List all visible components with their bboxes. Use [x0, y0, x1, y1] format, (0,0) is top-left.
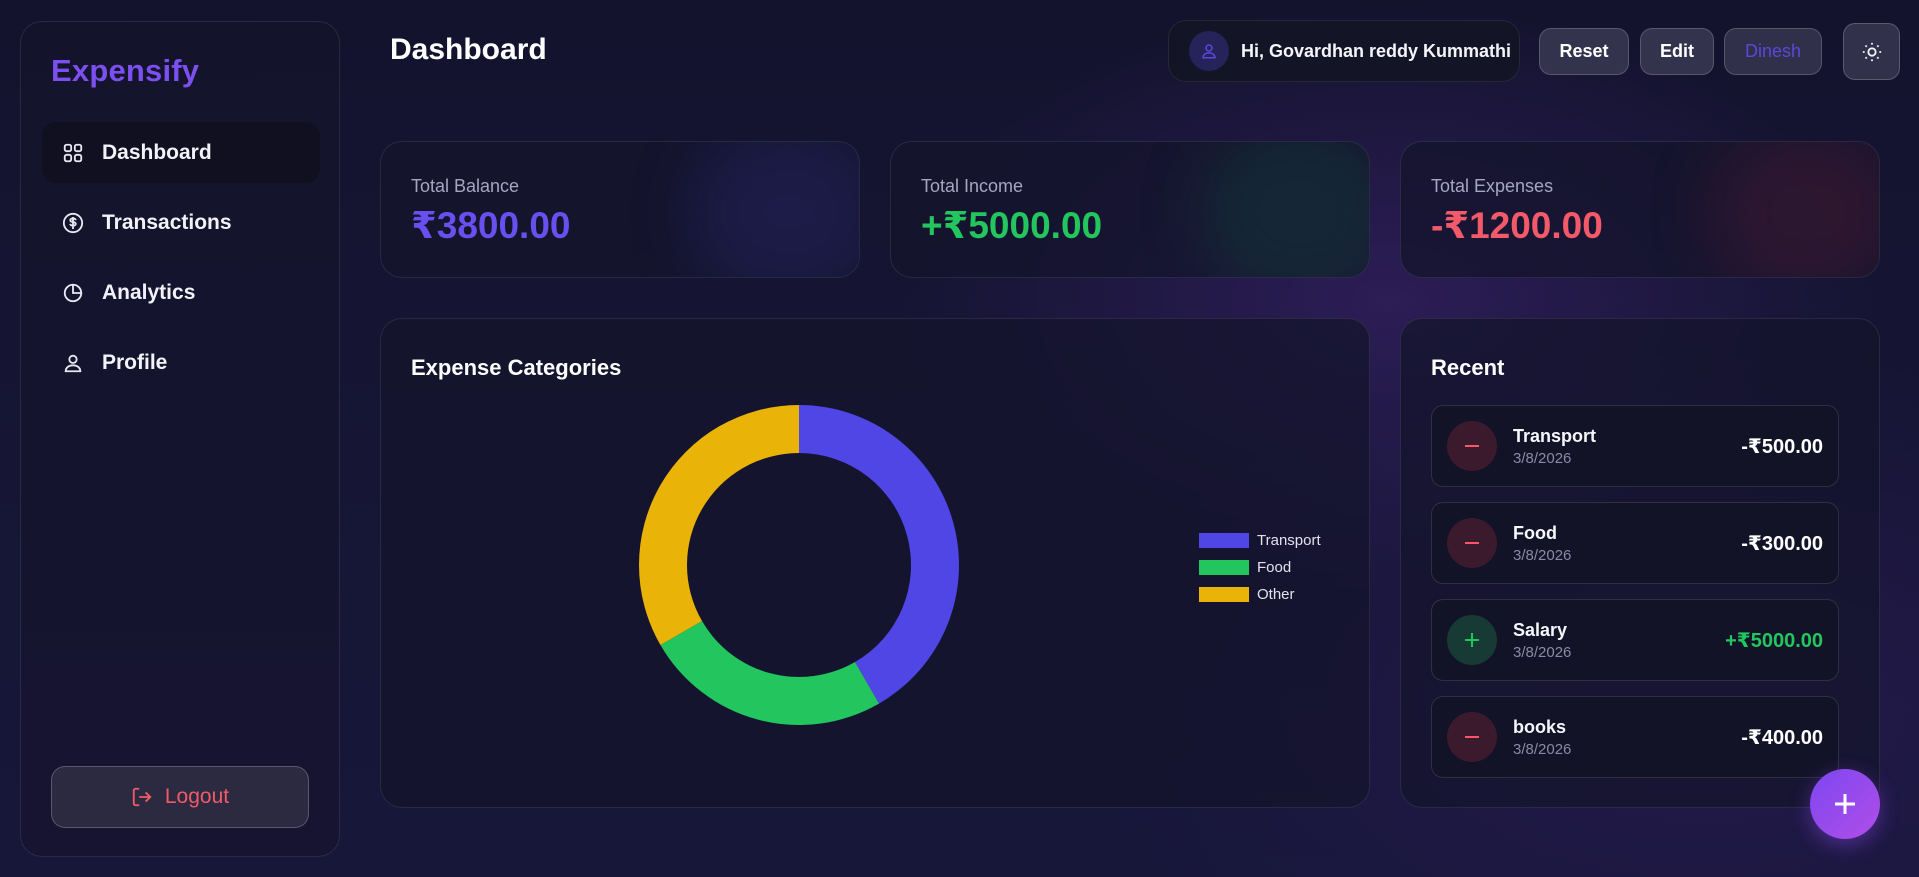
transaction-name: books [1513, 716, 1567, 737]
legend-item-food[interactable]: Food [1199, 554, 1321, 581]
minus-icon [1447, 421, 1497, 471]
stat-value: +₹5000.00 [921, 205, 1103, 246]
legend-item-transport[interactable]: Transport [1199, 527, 1321, 554]
transaction-row[interactable]: Salary 3/8/2026 +₹5000.00 [1431, 599, 1839, 681]
sidebar-item-label: Transactions [102, 210, 232, 234]
transaction-amount: -₹500.00 [1741, 435, 1823, 458]
donut-slice-food[interactable] [660, 621, 879, 725]
sidebar-item-label: Profile [102, 350, 168, 374]
sidebar-item-transactions[interactable]: Transactions [42, 192, 320, 253]
sidebar: Expensify Dashboard Transactions Analyti… [20, 21, 340, 857]
sidebar-item-analytics[interactable]: Analytics [42, 262, 320, 323]
transaction-info: Food 3/8/2026 [1513, 523, 1571, 564]
transaction-list: Transport 3/8/2026 -₹500.00 Food 3/8/202… [1431, 405, 1839, 793]
reset-button[interactable]: Reset [1539, 28, 1629, 75]
transaction-name: Salary [1513, 619, 1568, 640]
user-switch-button[interactable]: Dinesh [1724, 28, 1822, 75]
logout-icon [131, 786, 153, 808]
sidebar-nav: Dashboard Transactions Analytics Profile [42, 122, 320, 402]
legend-item-other[interactable]: Other [1199, 581, 1321, 608]
legend-swatch [1199, 533, 1249, 548]
plus-icon [1835, 794, 1855, 814]
transaction-date: 3/8/2026 [1513, 546, 1572, 564]
stat-value: -₹1200.00 [1431, 205, 1603, 246]
transaction-info: books 3/8/2026 [1513, 717, 1571, 758]
donut-slice-transport[interactable] [799, 405, 959, 704]
legend-label: Transport [1257, 532, 1321, 549]
sidebar-item-profile[interactable]: Profile [42, 332, 320, 393]
avatar [1189, 31, 1229, 71]
stat-card-balance: Total Balance ₹3800.00 [380, 141, 860, 278]
user-icon [1202, 44, 1216, 59]
transaction-info: Transport 3/8/2026 [1513, 426, 1596, 467]
edit-button[interactable]: Edit [1640, 28, 1714, 75]
recent-title: Recent [1431, 355, 1505, 380]
sidebar-item-label: Analytics [102, 280, 196, 304]
stat-label: Total Balance [411, 176, 520, 196]
transaction-date: 3/8/2026 [1513, 449, 1572, 467]
minus-icon [1447, 712, 1497, 762]
chart-legend: Transport Food Other [1199, 527, 1321, 608]
transaction-amount: +₹5000.00 [1725, 629, 1823, 652]
page-title: Dashboard [390, 33, 547, 66]
sidebar-item-label: Dashboard [102, 140, 212, 164]
legend-swatch [1199, 587, 1249, 602]
transaction-date: 3/8/2026 [1513, 740, 1572, 758]
stat-value: ₹3800.00 [411, 205, 571, 246]
sidebar-item-dashboard[interactable]: Dashboard [42, 122, 320, 183]
plus-icon [1447, 615, 1497, 665]
stat-card-income: Total Income +₹5000.00 [890, 141, 1370, 278]
transaction-date: 3/8/2026 [1513, 643, 1572, 661]
grid-icon [62, 142, 84, 164]
logout-label: Logout [164, 785, 230, 808]
donut-slice-other[interactable] [638, 405, 799, 645]
transaction-row[interactable]: Transport 3/8/2026 -₹500.00 [1431, 405, 1839, 487]
add-transaction-button[interactable] [1810, 769, 1880, 839]
stat-label: Total Income [921, 176, 1024, 196]
brand-logo: Expensify [51, 53, 200, 88]
theme-toggle-button[interactable] [1843, 23, 1900, 80]
stat-card-expenses: Total Expenses -₹1200.00 [1400, 141, 1880, 278]
transaction-row[interactable]: books 3/8/2026 -₹400.00 [1431, 696, 1839, 778]
greeting-text: Hi, Govardhan reddy Kummathi [1241, 40, 1512, 61]
user-greeting: Hi, Govardhan reddy Kummathi [1168, 20, 1520, 82]
user-icon [62, 352, 84, 374]
dollar-circle-icon [62, 212, 84, 234]
expense-categories-card: Expense Categories Transport Food Other [380, 318, 1370, 808]
transaction-row[interactable]: Food 3/8/2026 -₹300.00 [1431, 502, 1839, 584]
logout-button[interactable]: Logout [51, 766, 309, 828]
recent-transactions-card: Recent Transport 3/8/2026 -₹500.00 Food … [1400, 318, 1880, 808]
legend-swatch [1199, 560, 1249, 575]
legend-label: Food [1257, 559, 1292, 576]
transaction-name: Transport [1513, 425, 1597, 446]
transaction-amount: -₹300.00 [1741, 532, 1823, 555]
legend-label: Other [1257, 586, 1295, 603]
sun-icon [1862, 42, 1881, 61]
stat-label: Total Expenses [1431, 176, 1554, 196]
pie-chart-icon [62, 282, 84, 304]
transaction-info: Salary 3/8/2026 [1513, 620, 1571, 661]
minus-icon [1447, 518, 1497, 568]
transaction-amount: -₹400.00 [1741, 726, 1823, 749]
transaction-name: Food [1513, 522, 1557, 543]
